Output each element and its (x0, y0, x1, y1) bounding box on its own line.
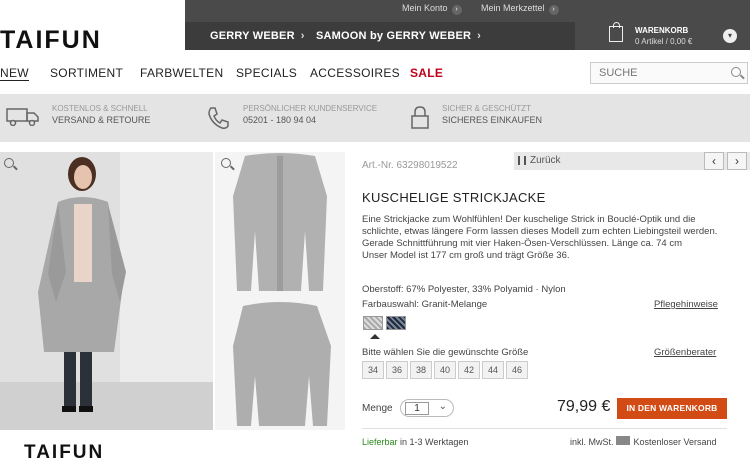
delivery-time: in 1-3 Werktagen (397, 437, 469, 447)
brand-tab-label: SAMOON by GERRY WEBER (316, 30, 472, 42)
delivery-info: Lieferbar in 1-3 Werktagen (362, 437, 468, 447)
size-option[interactable]: 40 (434, 361, 456, 379)
service-shipping-line1: KOSTENLOS & SCHNELL (52, 104, 148, 113)
search-input[interactable] (591, 63, 721, 83)
cart-widget[interactable]: WARENKORB 0 Artikel / 0,00 € ▾ (605, 22, 750, 50)
brand-tab-gerry-weber[interactable]: GERRY WEBER › (210, 30, 305, 42)
chevron-down-icon: ⌄ (438, 401, 447, 412)
search-icon[interactable] (731, 67, 741, 77)
service-security-line1: SICHER & GESCHÜTZT (442, 104, 531, 113)
model-photo (0, 152, 213, 430)
chevron-down-icon[interactable]: ▾ (723, 29, 737, 43)
wishlist-label: Mein Merkzettel (481, 3, 545, 13)
grid-icon (518, 156, 526, 165)
service-security: SICHER & GESCHÜTZT SICHERES EINKAUFEN (442, 104, 542, 125)
my-account-label: Mein Konto (402, 3, 448, 13)
service-bar: KOSTENLOS & SCHNELL VERSAND & RETOURE PE… (0, 94, 750, 142)
next-product-button[interactable]: › (727, 152, 747, 170)
wishlist-link[interactable]: Mein Merkzettel › (481, 3, 559, 15)
phone-icon (208, 107, 229, 129)
shopping-bag-icon (609, 22, 623, 42)
availability-status: Lieferbar (362, 437, 398, 447)
service-security-line2: SICHERES EINKAUFEN (442, 115, 543, 125)
service-shipping-line2: VERSAND & RETOURE (52, 115, 151, 125)
brand-tab-samoon[interactable]: SAMOON by GERRY WEBER › (316, 30, 481, 42)
brand-tab-label: GERRY WEBER (210, 30, 295, 42)
size-option[interactable]: 46 (506, 361, 528, 379)
product-image-model[interactable] (0, 152, 213, 430)
back-label: Zurück (530, 155, 561, 166)
product-image-flat[interactable] (215, 152, 345, 430)
truck-icon (6, 108, 39, 126)
size-option[interactable]: 38 (410, 361, 432, 379)
care-instructions-link[interactable]: Pflegehinweise (654, 299, 718, 310)
bottom-logo: TAIFUN (24, 442, 105, 463)
service-customer-line1: PERSÖNLICHER KUNDENSERVICE (243, 104, 378, 113)
description-text: Eine Strickjacke zum Wohlfühlen! Der kus… (362, 214, 718, 249)
quantity-label: Menge (362, 403, 393, 414)
product-description: Eine Strickjacke zum Wohlfühlen! Der kus… (362, 214, 724, 262)
size-option[interactable]: 36 (386, 361, 408, 379)
size-advisor-link[interactable]: Größenberater (654, 347, 716, 358)
service-customer-line2: 05201 - 180 94 04 (243, 115, 317, 125)
cart-title: WARENKORB (635, 26, 689, 35)
cardigan-photos (215, 152, 345, 430)
article-number: Art.-Nr. 63298019522 (362, 160, 458, 171)
top-header: TAIFUN Mein Konto › Mein Merkzettel › GERR… (0, 0, 750, 54)
chevron-right-icon: › (300, 30, 305, 42)
size-option[interactable]: 42 (458, 361, 480, 379)
chevron-right-icon: › (548, 5, 559, 15)
nav-item-specials[interactable]: SPECIALS (236, 66, 297, 80)
divider (362, 428, 727, 429)
nav-item-farbwelten[interactable]: FARBWELTEN (140, 66, 223, 80)
quantity-value: 1 (405, 402, 429, 415)
product-price: 79,99 € (557, 398, 611, 415)
zoom-icon[interactable] (221, 158, 231, 168)
search-box[interactable] (590, 62, 748, 84)
color-swatch-navy[interactable] (386, 316, 406, 330)
service-shipping: KOSTENLOS & SCHNELL VERSAND & RETOURE (52, 104, 150, 125)
add-to-cart-button[interactable]: IN DEN WARENKORB (617, 398, 727, 419)
chevron-right-icon: › (477, 30, 482, 42)
size-option[interactable]: 44 (482, 361, 504, 379)
product-title: KUSCHELIGE STRICKJACKE (362, 190, 546, 205)
nav-item-accessoires[interactable]: ACCESSOIRES (310, 66, 400, 80)
truck-icon (616, 436, 630, 445)
lock-icon (411, 106, 429, 129)
nav-item-sortiment[interactable]: SORTIMENT (50, 66, 123, 80)
chevron-right-icon: › (451, 5, 462, 15)
logo[interactable]: TAIFUN (0, 26, 102, 55)
shipping-info: inkl. MwSt. Kostenloser Versand (570, 437, 717, 447)
nav-item-new[interactable]: NEW (0, 66, 29, 81)
model-info: Unser Model ist 177 cm groß und trägt Gr… (362, 250, 570, 261)
size-option[interactable]: 34 (362, 361, 384, 379)
nav-item-sale[interactable]: SALE (410, 66, 443, 80)
service-customer: PERSÖNLICHER KUNDENSERVICE 05201 - 180 9… (243, 104, 377, 125)
selected-swatch-indicator-icon (370, 334, 380, 339)
size-prompt: Bitte wählen Sie die gewünschte Größe (362, 347, 529, 358)
cart-summary: 0 Artikel / 0,00 € (635, 37, 693, 46)
color-swatch-granite[interactable] (363, 316, 383, 330)
my-account-link[interactable]: Mein Konto › (402, 3, 462, 15)
color-label: Farbauswahl: Granit-Melange (362, 299, 488, 310)
quantity-select[interactable]: 1 ⌄ (400, 399, 454, 417)
prev-product-button[interactable]: ‹ (704, 152, 724, 170)
material-info: Oberstoff: 67% Polyester, 33% Polyamid ·… (362, 284, 566, 295)
zoom-icon[interactable] (4, 158, 14, 168)
